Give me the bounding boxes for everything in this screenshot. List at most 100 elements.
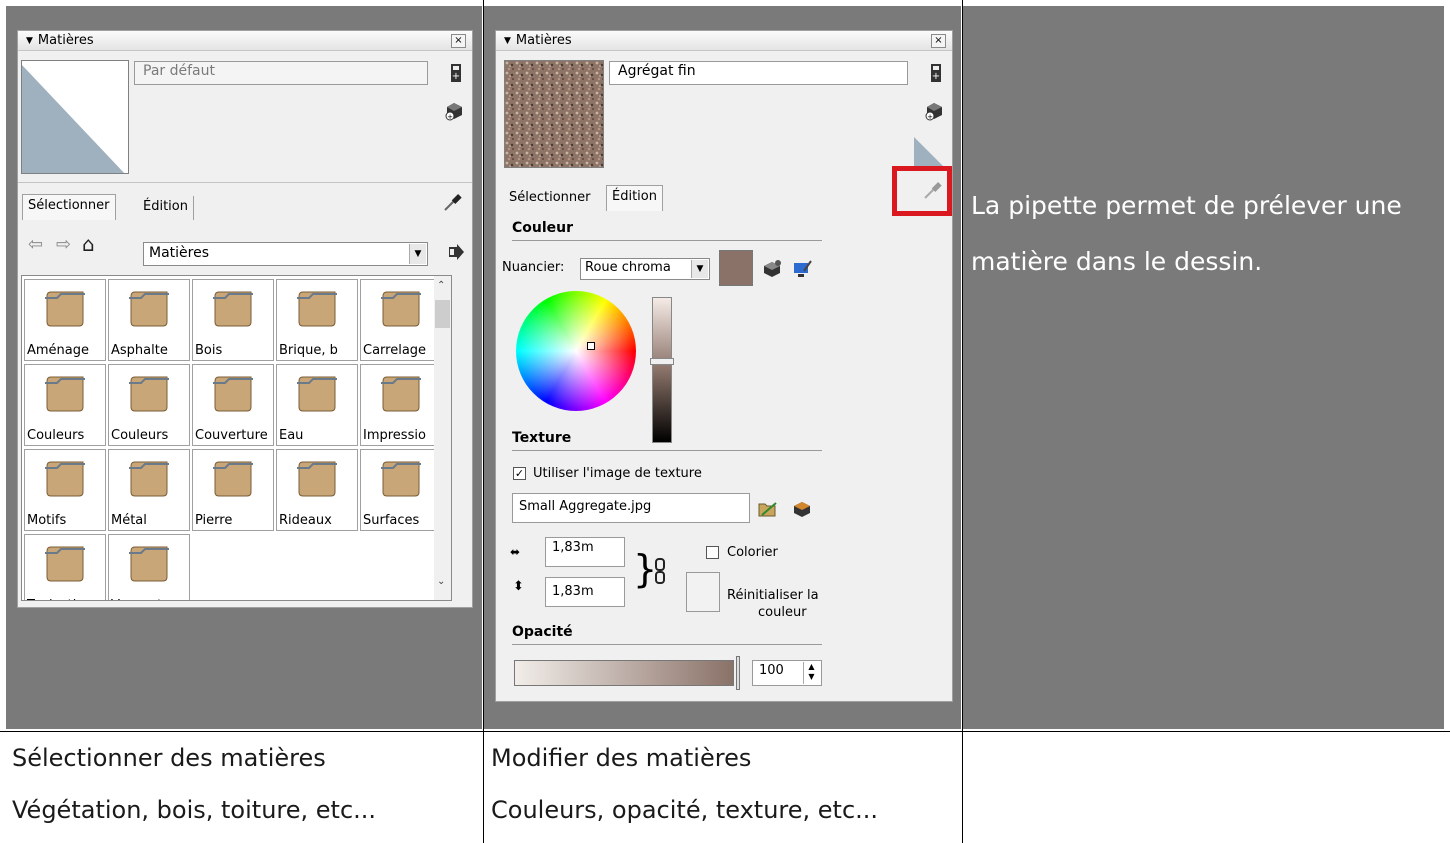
create-material-icon[interactable]: + [924,101,944,121]
library-folder-item[interactable]: Rideaux [276,449,358,531]
panel-title: Matières [515,33,572,48]
scroll-thumb[interactable] [435,300,450,328]
library-folder-label: Métal [111,513,147,528]
use-texture-checkbox[interactable]: ✓ [513,467,526,480]
palette-label: Nuancier: [502,260,565,275]
note-cell [963,6,1444,729]
match-model-color-icon[interactable] [762,259,782,279]
opacity-field[interactable]: 100 ▲ ▼ [752,660,822,686]
collapse-arrow-icon[interactable]: ▼ [504,36,511,46]
library-folder-item[interactable]: Eau [276,364,358,446]
palette-select[interactable]: Roue chroma ▼ [580,258,710,280]
texture-width-field[interactable]: 1,83m [545,537,625,567]
tab-select[interactable]: Sélectionner [22,194,116,220]
palette-select-value: Roue chroma [585,260,671,275]
folder-icon [297,461,337,497]
scroll-down-icon[interactable]: ⌄ [437,576,445,587]
reset-color-button[interactable] [686,572,720,612]
forward-arrow-icon[interactable]: ⇨ [56,234,71,255]
library-folder-item[interactable]: Métal [108,449,190,531]
material-name-field[interactable]: Agrégat fin [609,61,908,85]
opacity-slider[interactable] [514,660,734,686]
svg-text:+: + [452,71,460,82]
edit-texture-icon[interactable] [792,499,812,519]
open-folder-icon[interactable] [758,499,778,519]
close-button[interactable]: × [451,34,466,48]
library-folder-item[interactable]: Asphalte [108,279,190,361]
tab-select[interactable]: Sélectionner [504,187,596,211]
height-arrow-icon: ⬍ [513,579,524,594]
grid-scrollbar[interactable]: ⌃ ⌄ [434,276,451,600]
display-secondary-selector-icon[interactable]: + [926,63,946,83]
library-folder-item[interactable]: Impressio [360,364,442,446]
panel-titlebar[interactable]: ▼ Matières [496,31,952,51]
library-folder-item[interactable]: Couverture [192,364,274,446]
folder-icon [213,376,253,412]
material-preview-swatch[interactable] [21,60,129,174]
library-folder-item[interactable]: Motifs [24,449,106,531]
reset-color-label: Réinitialiser la [727,588,819,603]
library-folder-item[interactable]: Surfaces [360,449,442,531]
aggregate-texture-icon [505,61,603,167]
details-arrow-icon[interactable] [446,242,466,262]
library-folder-label: Verre et [109,598,189,600]
library-folder-label: Asphalte [111,343,168,358]
library-folder-label: Impressio [363,428,426,443]
close-button[interactable]: × [931,34,946,48]
opacity-value: 100 [759,663,784,678]
texture-file-field[interactable]: Small Aggregate.jpg [512,493,750,523]
library-folder-item[interactable]: Carrelage [360,279,442,361]
library-folder-item[interactable]: Couleurs [108,364,190,446]
library-folder-item[interactable]: Verre et [108,534,190,600]
home-icon[interactable]: ⌂ [82,232,95,256]
eyedropper-icon[interactable] [442,193,462,213]
eyedropper-highlight [892,166,952,216]
library-folder-label: Couleurs [111,428,169,443]
library-folder-label: Eau [279,428,304,443]
library-select[interactable]: Matières ▼ [143,242,428,266]
brightness-slider[interactable] [650,297,674,443]
use-texture-label: Utiliser l'image de texture [533,466,702,481]
scroll-up-icon[interactable]: ⌃ [437,280,445,291]
library-folder-item[interactable]: Aménage [24,279,106,361]
library-folder-item[interactable]: Bois [192,279,274,361]
panel-title: Matières [37,33,94,48]
back-arrow-icon[interactable]: ⇦ [28,234,43,255]
tab-edit[interactable]: Édition [138,196,194,220]
match-screen-color-icon[interactable] [792,259,812,279]
color-wheel-cursor[interactable] [587,342,595,350]
chevron-down-icon[interactable]: ▼ [409,244,426,264]
material-preview-swatch[interactable] [504,60,604,168]
chevron-down-icon[interactable]: ▼ [691,260,708,278]
display-secondary-selector-icon[interactable]: + [446,63,466,83]
texture-height-field[interactable]: 1,83m [545,577,625,607]
folder-icon [45,546,85,582]
brightness-slider-thumb[interactable] [650,358,674,365]
svg-text:+: + [932,71,940,82]
library-folder-item[interactable]: Couleurs [24,364,106,446]
folder-icon [129,291,169,327]
color-wheel[interactable] [516,291,636,411]
materials-panel-edit: ▼ Matières × Agrégat fin + + Sélectionne… [495,30,953,702]
library-folder-item[interactable]: Brique, b [276,279,358,361]
current-color-swatch[interactable] [719,250,753,286]
color-heading: Couleur [512,220,574,236]
opacity-slider-thumb[interactable] [736,656,740,690]
collapse-arrow-icon[interactable]: ▼ [26,36,33,46]
opacity-stepper[interactable]: ▲ ▼ [803,662,819,684]
lock-aspect-chain-icon[interactable] [654,558,666,584]
panel-titlebar[interactable]: ▼ Matières [18,31,472,51]
create-material-icon[interactable]: + [444,101,464,121]
library-folder-item[interactable]: Pierre [192,449,274,531]
library-folder-label: Couleurs [27,428,85,443]
library-folder-label: Pierre [195,513,233,528]
colorize-checkbox[interactable] [706,546,719,559]
library-folder-item[interactable]: Tapis, tis [24,534,106,600]
library-folder-label: Surfaces [363,513,420,528]
library-folder-label: Carrelage [363,343,427,358]
material-name-field[interactable]: Par défaut [134,61,428,85]
tab-edit[interactable]: Édition [606,185,663,211]
grid-divider [0,731,1450,732]
svg-text:+: + [447,113,453,121]
library-folder-label: Rideaux [279,513,332,528]
